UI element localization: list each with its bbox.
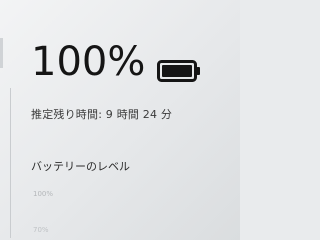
battery-level-heading: バッテリーのレベル [31,160,130,173]
battery-fill [162,65,192,77]
battery-terminal [196,67,200,75]
nav-edge-marker [0,38,3,68]
battery-settings-panel: 100% 推定残り時間: 9 時間 24 分 バッテリーのレベル 100% 70… [0,0,240,240]
battery-percentage: 100% [31,39,146,85]
level-axis-label-next: 70% [33,226,49,234]
battery-full-icon [157,60,200,82]
left-divider [10,88,11,238]
level-axis-label-top: 100% [33,190,54,198]
estimated-time-remaining: 推定残り時間: 9 時間 24 分 [31,108,173,121]
